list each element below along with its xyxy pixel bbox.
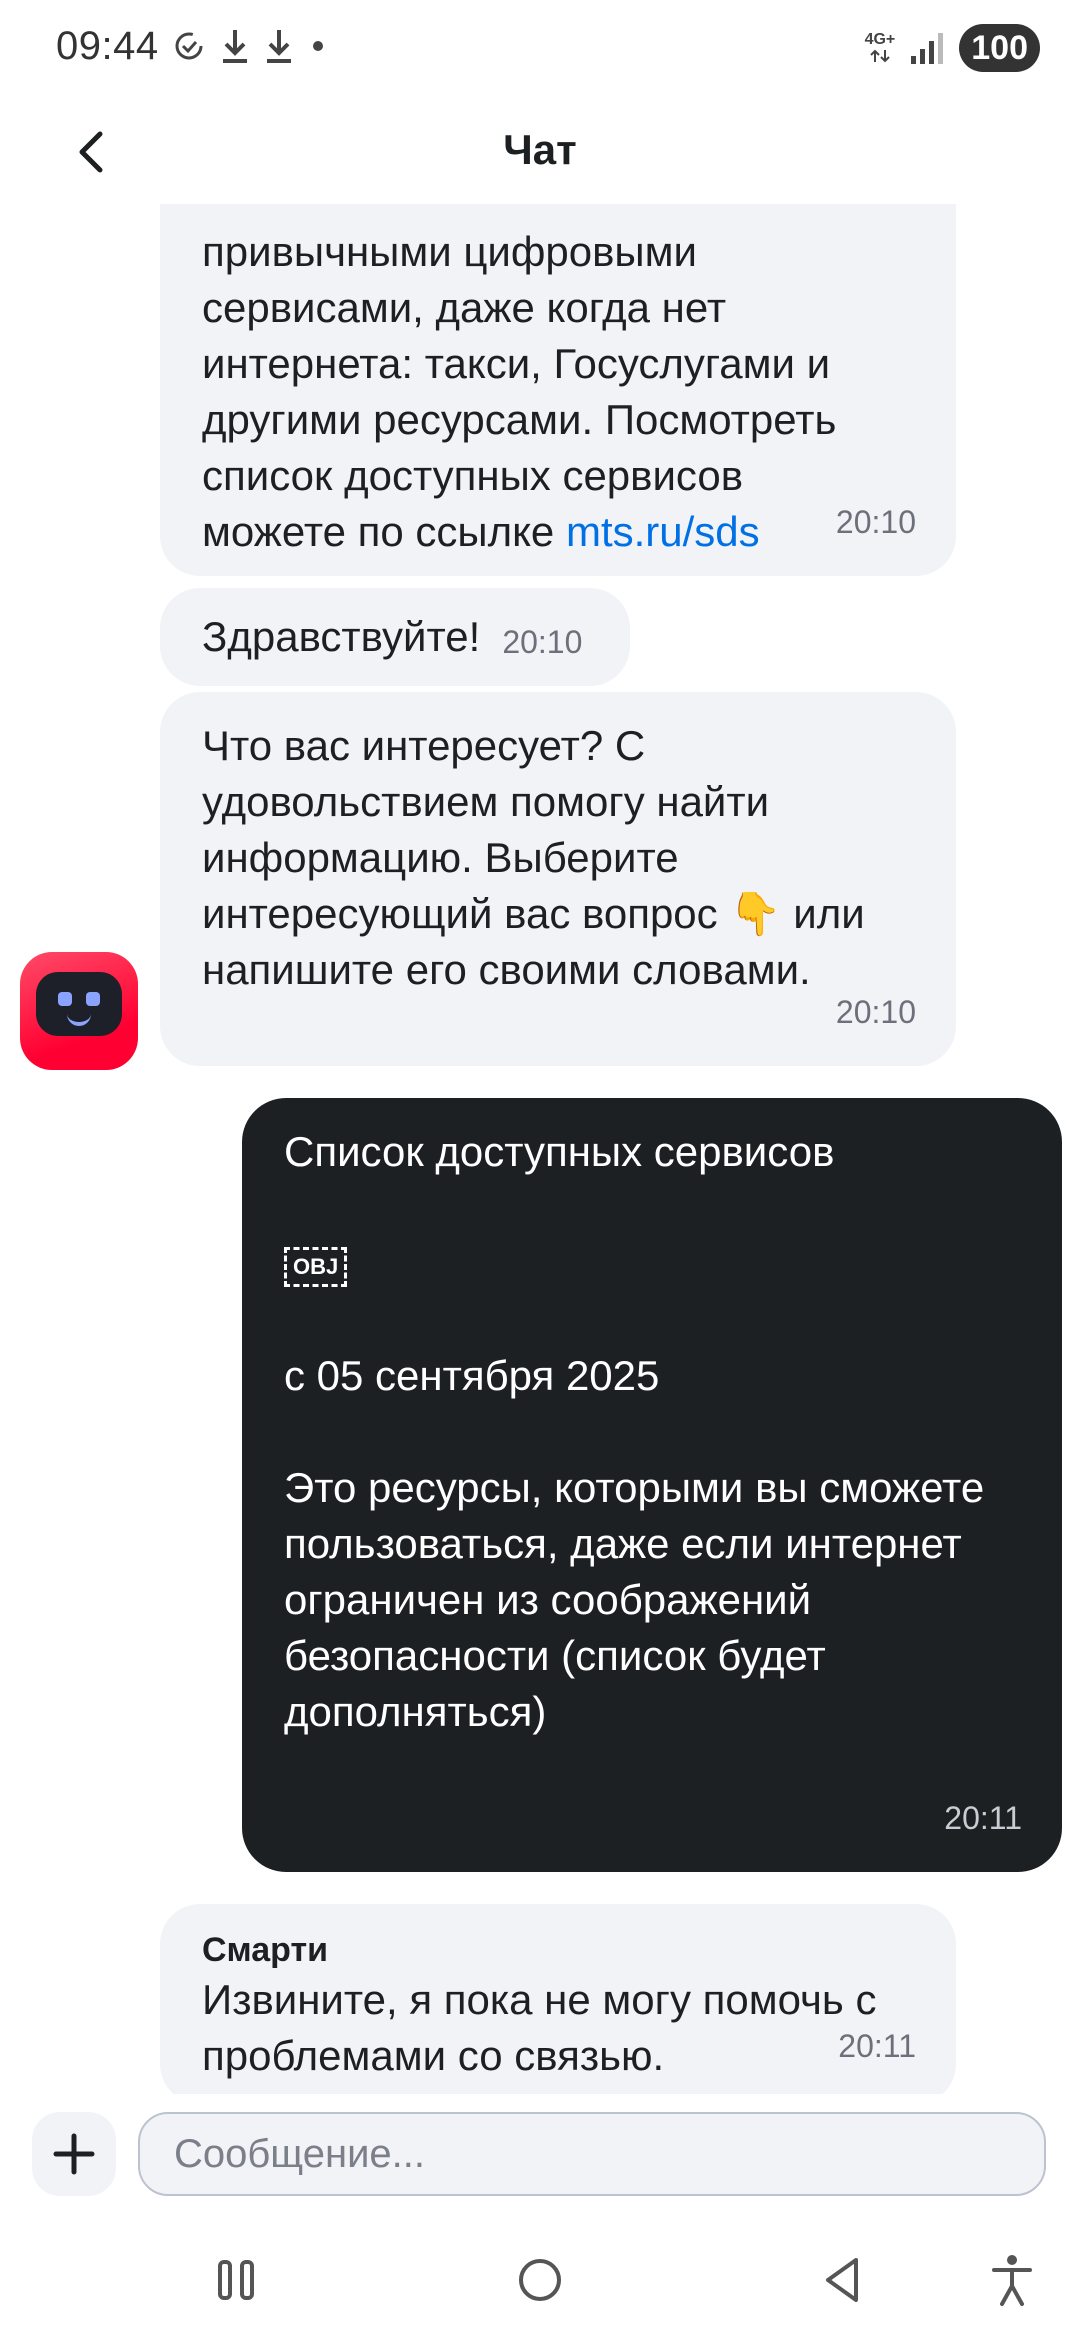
message-time: 20:10	[502, 624, 583, 660]
message-input[interactable]	[138, 2112, 1046, 2196]
message-link[interactable]: mts.ru/sds	[566, 508, 760, 555]
message-text: Что вас интересует? С удовольствием помо…	[202, 722, 865, 993]
accessibility-icon	[992, 2255, 1032, 2306]
check-circle-icon	[175, 32, 203, 60]
back-triangle-icon	[826, 2258, 858, 2302]
page-title: Чат	[503, 126, 577, 173]
message-composer	[0, 2100, 1080, 2210]
dot-icon	[313, 41, 323, 51]
signal-icon	[911, 33, 944, 64]
message-time: 20:11	[944, 1800, 1022, 1836]
message-text: Здравствуйте!	[202, 613, 481, 660]
home-icon	[519, 2259, 561, 2301]
download-icon	[267, 30, 291, 63]
network-type: 4G+	[864, 31, 896, 48]
download-icon	[223, 30, 247, 63]
message-bubble-incoming[interactable]: Что вас интересует? С удовольствием помо…	[160, 692, 956, 1066]
status-time: 09:44	[56, 24, 159, 68]
plus-icon	[53, 2133, 95, 2175]
message-text: с 05 сентября 2025 Это ресурсы, которыми…	[284, 1352, 985, 1735]
data-arrows-icon	[870, 49, 890, 63]
chat-messages[interactable]: привычными цифровыми сервисами, даже ког…	[0, 204, 1080, 2094]
message-bubble-outgoing[interactable]: Список доступных сервисов OBJ с 05 сентя…	[242, 1098, 1062, 1872]
message-text: Список доступных сервисов	[284, 1128, 835, 1175]
battery-indicator: 100	[959, 24, 1040, 72]
status-bar: 09:44 4G+ 100	[0, 0, 1080, 96]
accessibility-button[interactable]	[982, 2250, 1042, 2310]
message-bubble-incoming[interactable]: привычными цифровыми сервисами, даже ког…	[160, 204, 956, 576]
message-text: Извините, я пока не могу помочь с пробле…	[202, 1976, 877, 2079]
chat-header: Чат	[0, 96, 1080, 204]
message-time: 20:10	[835, 504, 916, 540]
message-time: 20:10	[835, 994, 916, 1030]
message-sender: Смарти	[202, 1931, 329, 1969]
message-time: 20:11	[838, 2028, 916, 2064]
message-bubble-incoming[interactable]: Смарти Извините, я пока не могу помочь с…	[160, 1904, 956, 2094]
bot-avatar	[20, 952, 138, 1070]
home-button[interactable]	[510, 2250, 570, 2310]
network-indicator: 4G+	[864, 31, 896, 64]
recent-apps-button[interactable]	[208, 2250, 268, 2310]
robot-face-icon	[36, 972, 122, 1036]
back-nav-button[interactable]	[812, 2250, 872, 2310]
message-text: привычными цифровыми сервисами, даже ког…	[202, 228, 837, 555]
object-placeholder-icon: OBJ	[284, 1246, 348, 1287]
system-navigation-bar	[0, 2220, 1080, 2340]
recent-apps-icon	[218, 2260, 254, 2300]
attach-button[interactable]	[32, 2112, 116, 2196]
message-bubble-incoming[interactable]: Здравствуйте! 20:10	[160, 588, 630, 686]
